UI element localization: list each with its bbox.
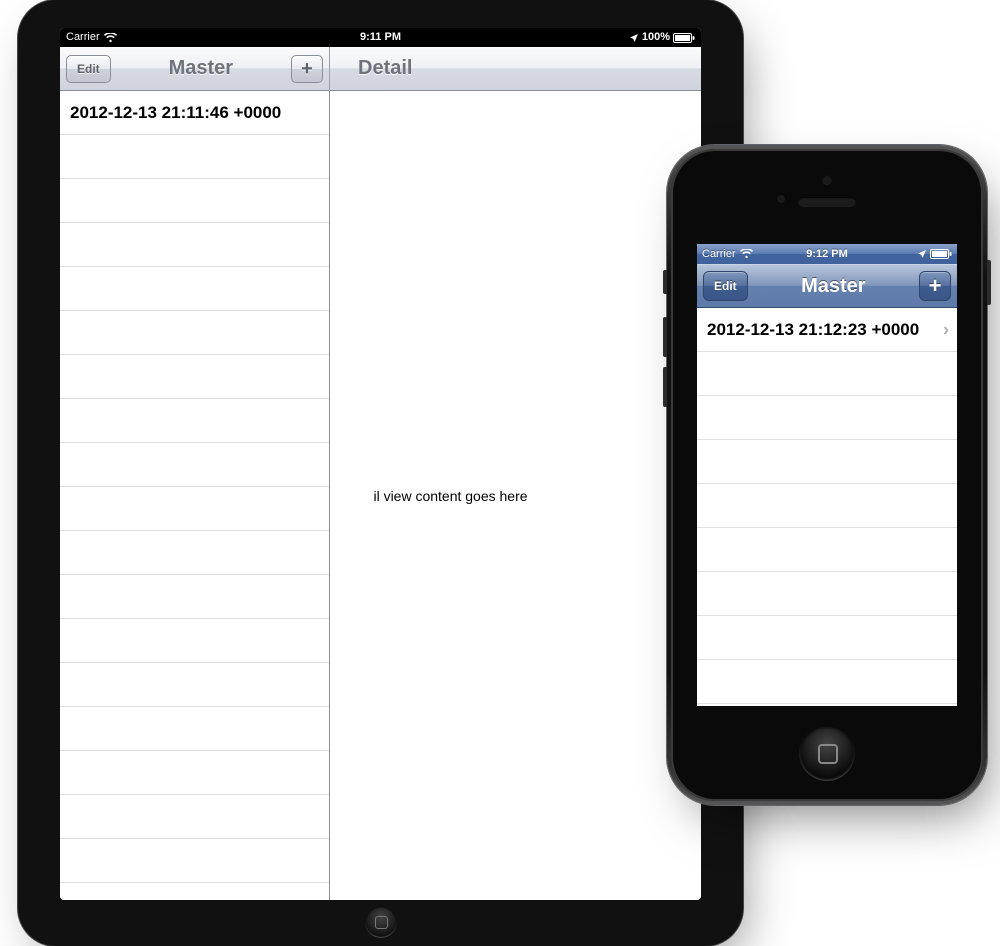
home-button[interactable] [365, 906, 397, 938]
wifi-icon [104, 33, 117, 43]
empty-row [697, 484, 957, 528]
table-row[interactable]: 2012-12-13 21:11:46 +0000 [60, 91, 329, 135]
earpiece-speaker [798, 197, 856, 207]
split-view: 2012-12-13 21:11:46 +0000 il view conten… [60, 91, 701, 900]
empty-row [697, 440, 957, 484]
master-title: Master [111, 57, 291, 80]
table-row[interactable]: 2012-12-13 21:12:23 +0000› [697, 308, 957, 352]
empty-row [60, 619, 329, 663]
empty-row [60, 135, 329, 179]
add-button[interactable]: + [291, 55, 323, 83]
detail-pane: il view content goes here [330, 91, 701, 900]
empty-row [60, 707, 329, 751]
ipad-navbar: Edit Master + Detail [60, 47, 701, 91]
detail-navbar: Detail [330, 47, 701, 91]
empty-row [60, 355, 329, 399]
empty-row [60, 267, 329, 311]
iphone-status-bar: Carrier 9:12 PM [697, 244, 957, 264]
edit-button[interactable]: Edit [66, 55, 111, 83]
home-button[interactable] [799, 725, 855, 781]
proximity-sensor [777, 195, 785, 203]
volume-down-button[interactable] [663, 367, 667, 407]
volume-up-button[interactable] [663, 317, 667, 357]
battery-icon [930, 249, 952, 259]
empty-row [697, 660, 957, 704]
ipad-status-bar: Carrier 9:11 PM 100% [60, 28, 701, 47]
carrier-label: Carrier [66, 28, 100, 47]
empty-row [60, 179, 329, 223]
wifi-icon [740, 249, 753, 259]
empty-row [697, 616, 957, 660]
battery-percent: 100% [642, 28, 670, 47]
empty-row [60, 443, 329, 487]
power-button[interactable] [987, 260, 991, 305]
empty-row [60, 399, 329, 443]
empty-row [697, 572, 957, 616]
empty-row [60, 223, 329, 267]
empty-row [697, 352, 957, 396]
empty-row [60, 795, 329, 839]
iphone-bezel: Carrier 9:12 PM Edit Master [671, 149, 983, 801]
master-title: Master [748, 275, 919, 298]
master-pane: 2012-12-13 21:11:46 +0000 [60, 91, 330, 900]
empty-row [60, 663, 329, 707]
battery-icon [673, 33, 695, 43]
chevron-right-icon: › [943, 319, 949, 340]
iphone-device: Carrier 9:12 PM Edit Master [667, 145, 987, 805]
clock: 9:11 PM [60, 28, 701, 47]
master-table[interactable]: 2012-12-13 21:11:46 +0000 [60, 91, 329, 900]
empty-row [60, 487, 329, 531]
edit-button[interactable]: Edit [703, 271, 748, 301]
empty-row [697, 396, 957, 440]
empty-row [60, 883, 329, 900]
iphone-screen: Carrier 9:12 PM Edit Master [697, 244, 957, 706]
empty-row [60, 311, 329, 355]
empty-row [60, 751, 329, 795]
location-icon [629, 33, 639, 43]
empty-row [60, 839, 329, 883]
ipad-screen: Carrier 9:11 PM 100% [60, 28, 701, 900]
carrier-label: Carrier [702, 244, 736, 264]
front-camera [822, 175, 832, 185]
empty-row [697, 528, 957, 572]
empty-row [60, 531, 329, 575]
detail-title: Detail [336, 57, 695, 80]
master-table[interactable]: 2012-12-13 21:12:23 +0000› [697, 308, 957, 706]
add-button[interactable]: + [919, 271, 951, 301]
master-navbar: Edit Master + [60, 47, 330, 91]
empty-row [697, 704, 957, 706]
mute-switch[interactable] [663, 270, 667, 294]
ipad-device: Carrier 9:11 PM 100% [18, 0, 743, 946]
empty-row [60, 575, 329, 619]
location-icon [917, 249, 927, 259]
iphone-navbar: Edit Master + [697, 264, 957, 308]
